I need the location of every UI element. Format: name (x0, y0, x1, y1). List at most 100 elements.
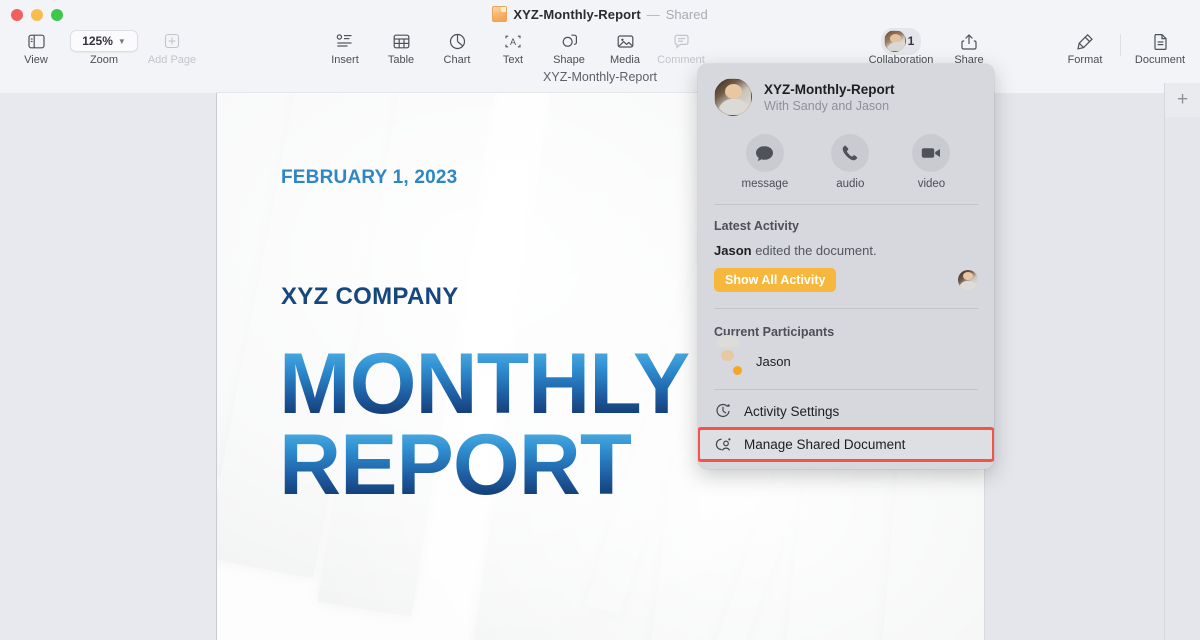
message-action-button[interactable]: message (742, 134, 789, 190)
manage-shared-document-menu-item[interactable]: Manage Shared Document (698, 428, 994, 461)
canvas-left-margin (0, 93, 217, 640)
toolbar-right-group: Format Document (1057, 28, 1192, 66)
table-icon (393, 30, 410, 52)
document-headline-line1: MONTHLY (279, 345, 689, 424)
collaboration-button[interactable]: 1 Collaboration (861, 28, 941, 66)
current-participants-heading: Current Participants (698, 313, 994, 339)
audio-action-button[interactable]: audio (831, 134, 869, 190)
toolbar-divider (1120, 34, 1121, 56)
text-label: Text (503, 54, 523, 66)
message-action-label: message (742, 178, 789, 190)
document-icon (1153, 30, 1168, 52)
activity-actor-name: Jason (714, 243, 752, 258)
window-titlebar: XYZ-Monthly-Report — Shared (0, 0, 1200, 28)
manage-shared-document-label: Manage Shared Document (744, 437, 905, 452)
view-label: View (24, 54, 48, 66)
share-button[interactable]: Share (941, 28, 997, 66)
popover-divider-2 (714, 308, 978, 309)
table-button[interactable]: Table (373, 28, 429, 66)
minimize-button[interactable] (31, 9, 43, 21)
add-page-button[interactable]: Add Page (144, 28, 200, 66)
collaboration-popover: XYZ-Monthly-Report With Sandy and Jason … (698, 64, 994, 469)
activity-settings-icon (714, 403, 732, 419)
sidebar-icon (28, 30, 45, 52)
popover-document-title: XYZ-Monthly-Report (764, 82, 895, 97)
activity-settings-label: Activity Settings (744, 404, 839, 419)
format-button[interactable]: Format (1057, 28, 1113, 66)
popover-subtitle: With Sandy and Jason (764, 99, 895, 113)
manage-shared-document-icon (714, 437, 732, 452)
title-separator: — (647, 7, 660, 22)
popover-divider-1 (714, 204, 978, 205)
format-label: Format (1068, 54, 1103, 66)
toolbar-left-group: View 125% ▼ Zoom (8, 28, 200, 66)
collaborator-count: 1 (908, 34, 915, 48)
document-label: Document (1135, 54, 1185, 66)
canvas-right-margin: + (1164, 93, 1200, 640)
participant-name: Jason (756, 354, 791, 369)
latest-activity-heading: Latest Activity (698, 209, 994, 233)
document-title-text: XYZ-Monthly-Report (513, 7, 640, 22)
phone-icon (831, 134, 869, 172)
participant-status-dot (732, 365, 743, 376)
popover-quick-actions: message audio video (698, 118, 994, 200)
document-headline-line2: REPORT (279, 426, 631, 505)
activity-avatar (958, 270, 978, 290)
message-bubble-icon (746, 134, 784, 172)
window-controls (11, 9, 63, 21)
document-date: FEBRUARY 1, 2023 (281, 167, 457, 189)
text-button[interactable]: A Text (485, 28, 541, 66)
add-tab-button[interactable]: + (1164, 83, 1200, 117)
media-label: Media (610, 54, 640, 66)
video-action-button[interactable]: video (912, 134, 950, 190)
shape-button[interactable]: Shape (541, 28, 597, 66)
chart-icon (449, 30, 466, 52)
popover-header: XYZ-Monthly-Report With Sandy and Jason (698, 64, 994, 118)
media-button[interactable]: Media (597, 28, 653, 66)
owner-avatar (714, 78, 752, 116)
toolbar-subtitle-bar: XYZ-Monthly-Report (0, 73, 1200, 93)
zoom-label: Zoom (90, 54, 118, 66)
document-canvas: FEBRUARY 1, 2023 XYZ COMPANY MONTHLY REP… (0, 93, 1200, 640)
collaboration-pill: 1 (881, 30, 922, 52)
chart-label: Chart (444, 54, 471, 66)
add-page-label: Add Page (148, 54, 196, 66)
audio-action-label: audio (836, 178, 864, 190)
maximize-button[interactable] (51, 9, 63, 21)
add-page-icon (164, 30, 180, 52)
zoom-control[interactable]: 125% ▼ Zoom (64, 28, 144, 66)
document-company-name: XYZ COMPANY (281, 283, 459, 311)
toolbar-collab-group: 1 Collaboration Share (861, 28, 997, 66)
window-title[interactable]: XYZ-Monthly-Report — Shared (492, 6, 707, 22)
comment-label: Comment (657, 54, 705, 66)
activity-settings-menu-item[interactable]: Activity Settings (698, 394, 994, 428)
toolbar-center-group: Insert Table (317, 28, 709, 66)
title-shared-status: Shared (666, 7, 708, 22)
comment-button[interactable]: Comment (653, 28, 709, 66)
zoom-value: 125% (82, 34, 113, 48)
video-camera-icon (912, 134, 950, 172)
insert-label: Insert (331, 54, 359, 66)
close-button[interactable] (11, 9, 23, 21)
pages-app-window: XYZ-Monthly-Report — Shared View (0, 0, 1200, 640)
text-icon: A (504, 30, 522, 52)
document-button[interactable]: Document (1128, 28, 1192, 66)
chevron-down-icon: ▼ (118, 37, 126, 46)
view-button[interactable]: View (8, 28, 64, 66)
video-action-label: video (918, 178, 946, 190)
activity-description: edited the document. (752, 243, 877, 258)
collaboration-avatar (884, 30, 906, 52)
comment-icon (673, 30, 690, 52)
table-label: Table (388, 54, 414, 66)
chart-button[interactable]: Chart (429, 28, 485, 66)
participant-row[interactable]: Jason (698, 339, 994, 385)
shape-label: Shape (553, 54, 585, 66)
popover-divider-3 (714, 389, 978, 390)
shape-icon (561, 30, 578, 52)
participant-avatar-wrap (714, 347, 742, 375)
activity-row: Show All Activity (698, 258, 994, 304)
show-all-activity-button[interactable]: Show All Activity (714, 268, 836, 292)
format-brush-icon (1076, 30, 1094, 52)
insert-button[interactable]: Insert (317, 28, 373, 66)
pages-document-icon (492, 6, 507, 22)
